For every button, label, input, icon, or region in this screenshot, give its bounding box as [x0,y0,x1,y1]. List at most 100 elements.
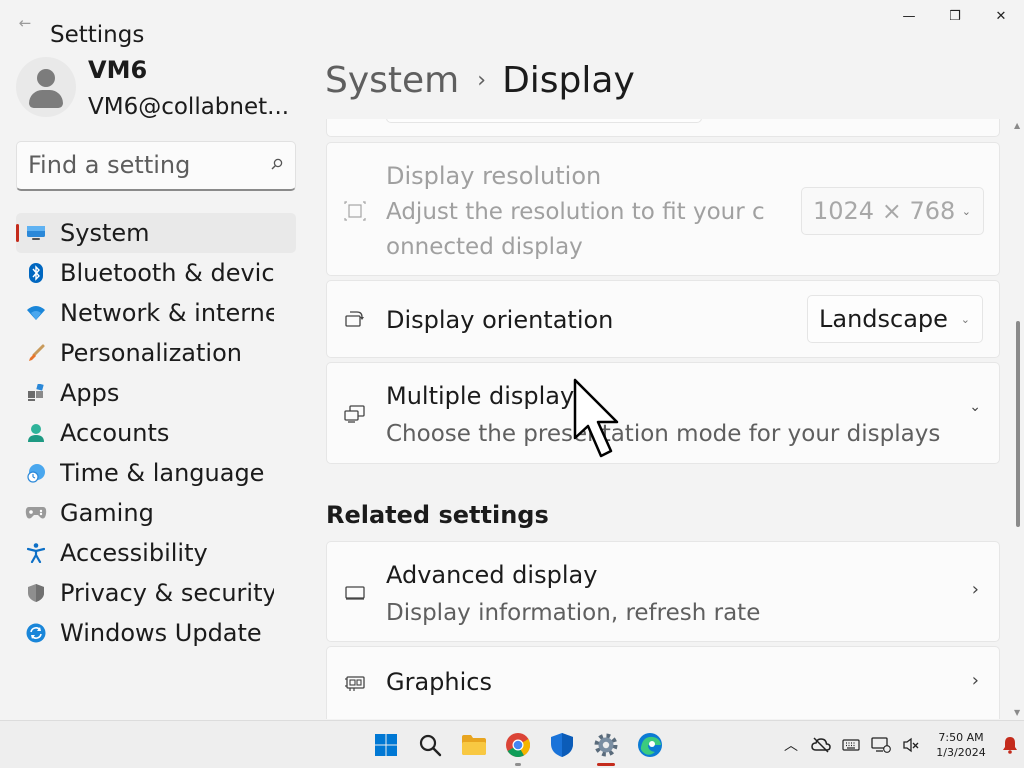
window-controls: — ❒ ✕ [886,0,1024,32]
edge-icon [638,733,662,757]
bluetooth-icon [25,262,47,284]
volume-tray-button[interactable] [896,721,926,768]
user-name: VM6 [88,56,148,84]
chevron-right-icon: › [971,579,979,600]
minimize-button[interactable]: — [886,0,932,32]
sidebar-item-label: Network & internet [60,299,274,327]
chevron-right-icon: › [971,670,979,691]
gamepad-icon [25,502,47,524]
search-icon[interactable] [271,158,283,170]
speaker-muted-icon [903,737,919,753]
chevron-down-icon: ⌄ [960,313,970,326]
graphics-card[interactable]: Graphics › [326,646,1000,719]
display-orientation-title: Display orientation [386,306,614,334]
avatar[interactable] [16,57,76,117]
gear-icon [594,733,618,757]
folder-icon [462,735,486,755]
sidebar-item-network[interactable]: Network & internet [16,293,296,333]
sidebar-item-label: Bluetooth & devices [60,259,274,287]
sidebar-item-accounts[interactable]: Accounts [16,413,296,453]
chevron-up-icon: ︿ [784,738,798,754]
person-icon [25,422,47,444]
chevron-down-icon: ⌄ [961,205,971,218]
sidebar-item-privacy-security[interactable]: Privacy & security [16,573,296,613]
sidebar-item-label: System [60,219,150,247]
taskbar: ︿ 7:50 AM 1/3/2024 [0,720,1024,768]
sidebar-item-apps[interactable]: Apps [16,373,296,413]
orientation-dropdown[interactable]: Landscape ⌄ [807,295,983,343]
graphics-card-icon [345,676,365,691]
breadcrumb-system[interactable]: System [325,60,459,101]
taskbar-apps [364,721,672,768]
start-button[interactable] [364,721,408,768]
scrollbar-thumb[interactable] [1016,321,1020,527]
sidebar-item-windows-update[interactable]: Windows Update [16,613,296,653]
orientation-icon [345,311,364,327]
sidebar-item-label: Privacy & security [60,579,274,607]
wifi-icon [25,302,47,324]
accessibility-icon [25,542,47,564]
avatar-body [29,90,63,108]
sidebar-item-system[interactable]: System [16,213,296,253]
advanced-display-subtitle: Display information, refresh rate [386,600,761,626]
show-hidden-icons-button[interactable]: ︿ [776,721,806,768]
chevron-down-icon[interactable]: ⌄ [969,399,981,415]
multiple-displays-title: Multiple displays [386,382,587,410]
windows-logo-icon [375,734,397,756]
keyboard-tray-button[interactable] [836,721,866,768]
update-icon [25,622,47,644]
chrome-button[interactable] [496,721,540,768]
notifications-button[interactable] [996,721,1024,768]
keyboard-icon [842,739,860,751]
edge-button[interactable] [628,721,672,768]
multiple-displays-subtitle: Choose the presentation mode for your di… [386,421,941,447]
sidebar-item-label: Personalization [60,339,242,367]
multiple-displays-card[interactable]: Multiple displays Choose the presentatio… [326,362,1000,464]
mouse-cursor-icon [573,378,619,458]
display-resolution-subtitle-1: Adjust the resolution to fit your c [386,199,765,225]
advanced-display-card[interactable]: Advanced display Display information, re… [326,541,1000,642]
monitor-icon [345,586,365,600]
file-explorer-button[interactable] [452,721,496,768]
sidebar-item-label: Time & language [60,459,265,487]
onedrive-tray-button[interactable] [806,721,836,768]
user-email: VM6@collabnet... [88,94,290,120]
sidebar-item-personalization[interactable]: Personalization [16,333,296,373]
sidebar-item-label: Gaming [60,499,154,527]
sidebar-item-label: Accessibility [60,539,208,567]
multiple-displays-icon [344,405,365,423]
scroll-down-icon[interactable]: ▼ [1014,708,1020,717]
back-button[interactable]: ← [14,12,36,34]
clock-time: 7:50 AM [938,731,984,744]
clock-date: 1/3/2024 [936,746,986,759]
taskbar-clock[interactable]: 7:50 AM 1/3/2024 [926,730,996,760]
taskbar-search-button[interactable] [408,721,452,768]
close-button[interactable]: ✕ [978,0,1024,32]
globe-clock-icon [25,462,47,484]
sidebar-item-label: Windows Update [60,619,262,647]
scale-dropdown-partial[interactable] [386,119,702,123]
maximize-button[interactable]: ❒ [932,0,978,32]
sidebar-item-bluetooth[interactable]: Bluetooth & devices [16,253,296,293]
sidebar-item-label: Accounts [60,419,170,447]
display-resolution-subtitle-2: onnected display [386,234,583,260]
bell-icon [1003,737,1017,754]
avatar-head [37,69,55,87]
resolution-dropdown[interactable]: 1024 × 768 ⌄ [801,187,984,235]
network-tray-button[interactable] [866,721,896,768]
sidebar-nav: System Bluetooth & devices Network & int… [16,213,296,653]
scroll-up-icon[interactable]: ▲ [1014,121,1020,130]
sidebar-item-gaming[interactable]: Gaming [16,493,296,533]
shield-icon [551,733,573,757]
resolution-value: 1024 × 768 [813,197,956,225]
search-input[interactable] [28,151,258,179]
settings-taskbar-button[interactable] [584,721,628,768]
sidebar-item-accessibility[interactable]: Accessibility [16,533,296,573]
sidebar-item-time-language[interactable]: Time & language [16,453,296,493]
resolution-icon [344,201,366,221]
display-orientation-card: Display orientation Landscape ⌄ [326,280,1000,358]
chrome-icon [506,733,531,758]
breadcrumb: System › Display [325,60,635,101]
defender-button[interactable] [540,721,584,768]
content-scrollbar[interactable]: ▲ ▼ [1013,121,1023,717]
